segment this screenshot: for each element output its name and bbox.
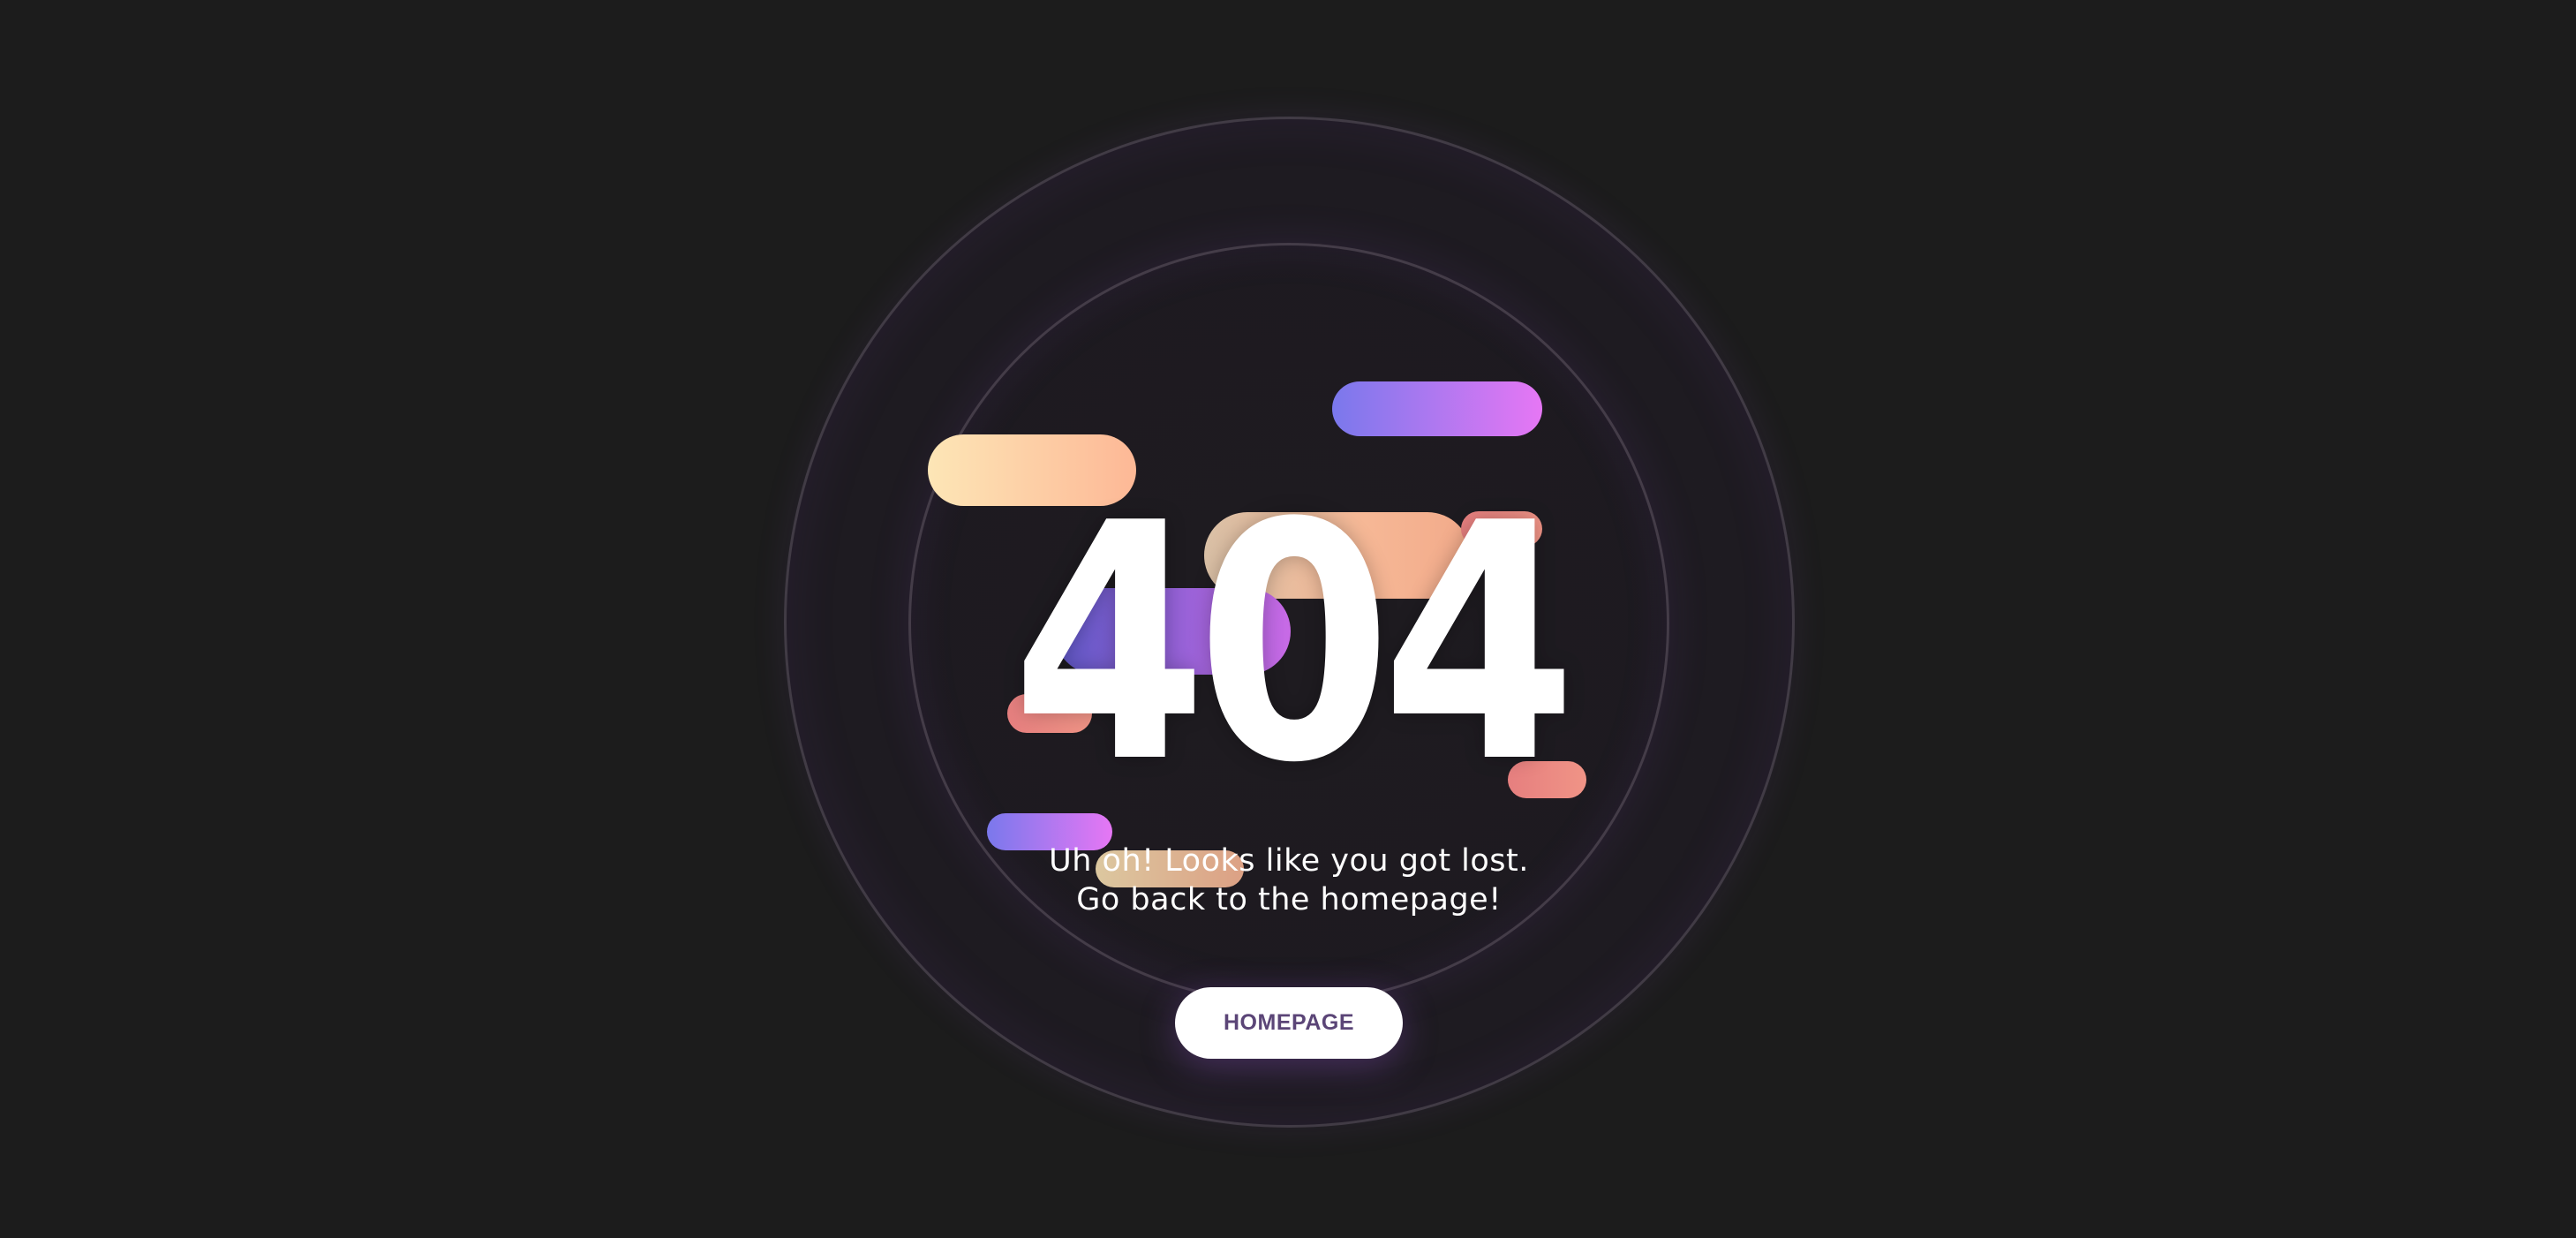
decorative-pill	[1332, 381, 1542, 436]
error-message-line-1: Uh oh! Looks like you got lost.	[1049, 843, 1529, 879]
error-page: 404 Uh oh! Looks like you got lost. Go b…	[0, 0, 2576, 1238]
error-code: 404	[1011, 455, 1577, 834]
homepage-button[interactable]: HOMEPAGE	[1175, 987, 1403, 1059]
error-message-line-2: Go back to the homepage!	[1076, 882, 1502, 917]
